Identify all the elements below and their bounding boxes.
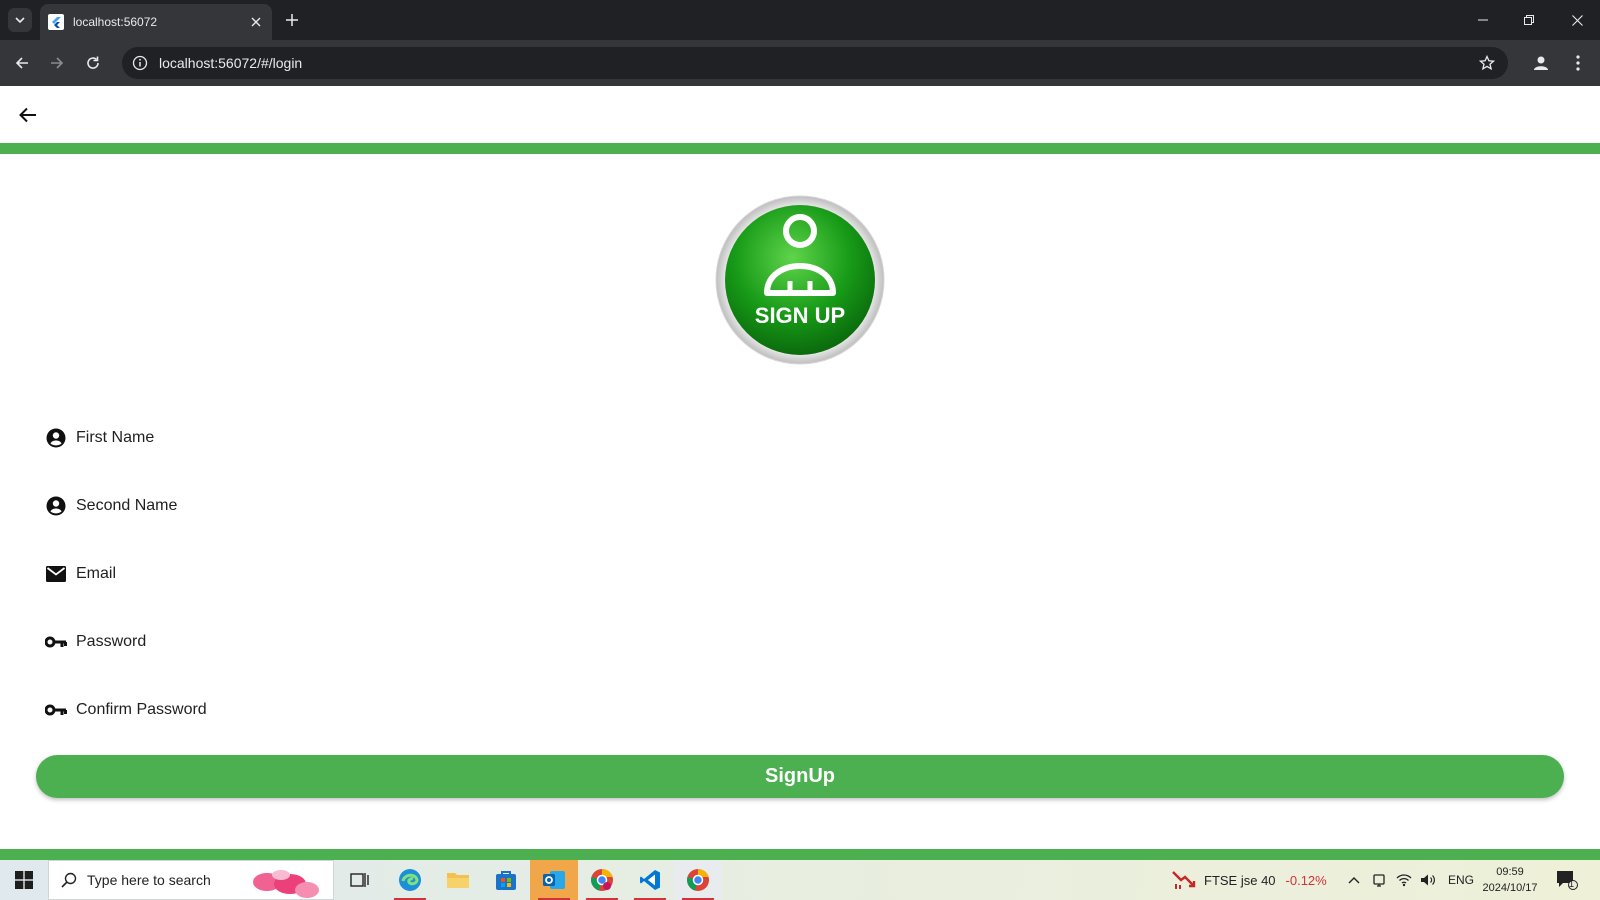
chrome-app[interactable]	[674, 860, 722, 900]
system-clock[interactable]: 09:59 2024/10/17	[1470, 864, 1550, 896]
signup-logo: SIGN UP	[715, 195, 885, 365]
email-input[interactable]	[76, 565, 1476, 583]
top-divider	[0, 143, 1600, 154]
logo-text: SIGN UP	[755, 303, 845, 328]
profile-button[interactable]	[1528, 50, 1554, 76]
close-icon	[1571, 14, 1583, 26]
ticker-name: FTSE jse 40	[1204, 872, 1276, 888]
chrome-icon	[687, 869, 709, 891]
show-hidden-icons-button[interactable]	[1348, 860, 1360, 900]
stock-ticker-widget[interactable]: FTSE jse 40 -0.12%	[1172, 860, 1327, 900]
stock-down-icon	[1172, 871, 1196, 889]
email-field[interactable]	[44, 558, 1476, 590]
forward-nav-button[interactable]	[44, 50, 70, 76]
outlook-app[interactable]	[530, 860, 578, 900]
notification-count: 1	[1569, 879, 1575, 889]
close-window-button[interactable]	[1554, 0, 1600, 40]
ticker-change: -0.12%	[1285, 872, 1327, 888]
password-input[interactable]	[76, 633, 1476, 651]
restore-button[interactable]	[1506, 0, 1552, 40]
reload-button[interactable]	[80, 50, 106, 76]
arrow-left-icon	[15, 57, 28, 69]
tab-close-button[interactable]	[248, 14, 264, 30]
task-view-button[interactable]	[336, 860, 384, 900]
notification-center-button[interactable]: 1	[1556, 860, 1578, 900]
vscode-icon	[640, 870, 660, 890]
key-icon	[44, 630, 68, 654]
chevron-down-icon	[15, 17, 25, 24]
taskbar-search[interactable]: Type here to search	[48, 860, 334, 900]
chevron-up-icon	[1348, 877, 1360, 884]
url-text[interactable]: localhost:56072/#/login	[159, 55, 1472, 71]
outlook-icon	[543, 871, 565, 889]
more-vert-icon	[1576, 55, 1580, 71]
bottom-divider	[0, 849, 1600, 860]
browser-menu-button[interactable]	[1565, 50, 1591, 76]
clock-time: 09:59	[1496, 866, 1524, 878]
file-explorer-app[interactable]	[434, 860, 482, 900]
site-info-icon[interactable]	[126, 55, 154, 71]
first-name-input[interactable]	[76, 429, 1476, 447]
clock-date: 2024/10/17	[1482, 882, 1538, 894]
volume-icon[interactable]	[1420, 860, 1436, 900]
password-field[interactable]	[44, 626, 1476, 658]
first-name-field[interactable]	[44, 422, 1476, 454]
app-bar	[0, 86, 1600, 143]
chrome-profile-icon	[591, 869, 613, 891]
tab-title: localhost:56072	[73, 15, 158, 29]
edge-app[interactable]	[386, 860, 434, 900]
browser-toolbar: localhost:56072/#/login	[0, 40, 1600, 86]
folder-icon	[447, 873, 469, 888]
minimize-button[interactable]	[1460, 0, 1506, 40]
reload-icon	[87, 56, 99, 69]
tab-search-button[interactable]	[8, 8, 32, 32]
chrome-profile-app[interactable]	[578, 860, 626, 900]
plus-icon	[286, 14, 298, 26]
signup-button[interactable]: SignUp	[36, 755, 1564, 798]
second-name-field[interactable]	[44, 490, 1476, 522]
confirm-password-field[interactable]	[44, 694, 1476, 726]
back-button[interactable]	[14, 101, 42, 129]
edge-icon	[399, 869, 421, 891]
start-button[interactable]	[0, 860, 48, 900]
browser-tab-bar: localhost:56072	[0, 0, 1600, 40]
vscode-app[interactable]	[626, 860, 674, 900]
task-view-icon	[350, 873, 369, 887]
search-highlight-illustration-icon	[252, 870, 319, 898]
arrow-back-icon	[19, 107, 36, 123]
minimize-icon	[1478, 19, 1488, 21]
search-placeholder: Type here to search	[87, 872, 211, 888]
search-icon	[61, 872, 77, 888]
windows-taskbar: Type here to search FTSE jse 40 -0.12% E…	[0, 860, 1600, 900]
account-circle-icon	[44, 494, 68, 518]
account-circle-icon	[44, 426, 68, 450]
close-icon	[251, 17, 261, 27]
flutter-favicon-icon	[48, 14, 64, 30]
new-tab-button[interactable]	[280, 8, 304, 32]
restore-icon	[1524, 15, 1534, 25]
arrow-right-icon	[51, 57, 64, 69]
windows-logo-icon	[15, 871, 33, 889]
second-name-input[interactable]	[76, 497, 1476, 515]
confirm-password-input[interactable]	[76, 701, 1476, 719]
profile-icon	[1534, 56, 1548, 70]
back-nav-button[interactable]	[9, 50, 35, 76]
bookmark-star-icon[interactable]	[1472, 55, 1502, 71]
store-icon	[496, 871, 516, 890]
wifi-icon[interactable]	[1396, 860, 1412, 900]
mail-icon	[44, 562, 68, 586]
address-bar[interactable]: localhost:56072/#/login	[122, 47, 1508, 79]
meet-now-icon[interactable]	[1372, 860, 1386, 900]
notification-icon	[1557, 871, 1578, 890]
store-app[interactable]	[482, 860, 530, 900]
browser-tab[interactable]: localhost:56072	[40, 4, 272, 40]
key-icon	[44, 698, 68, 722]
